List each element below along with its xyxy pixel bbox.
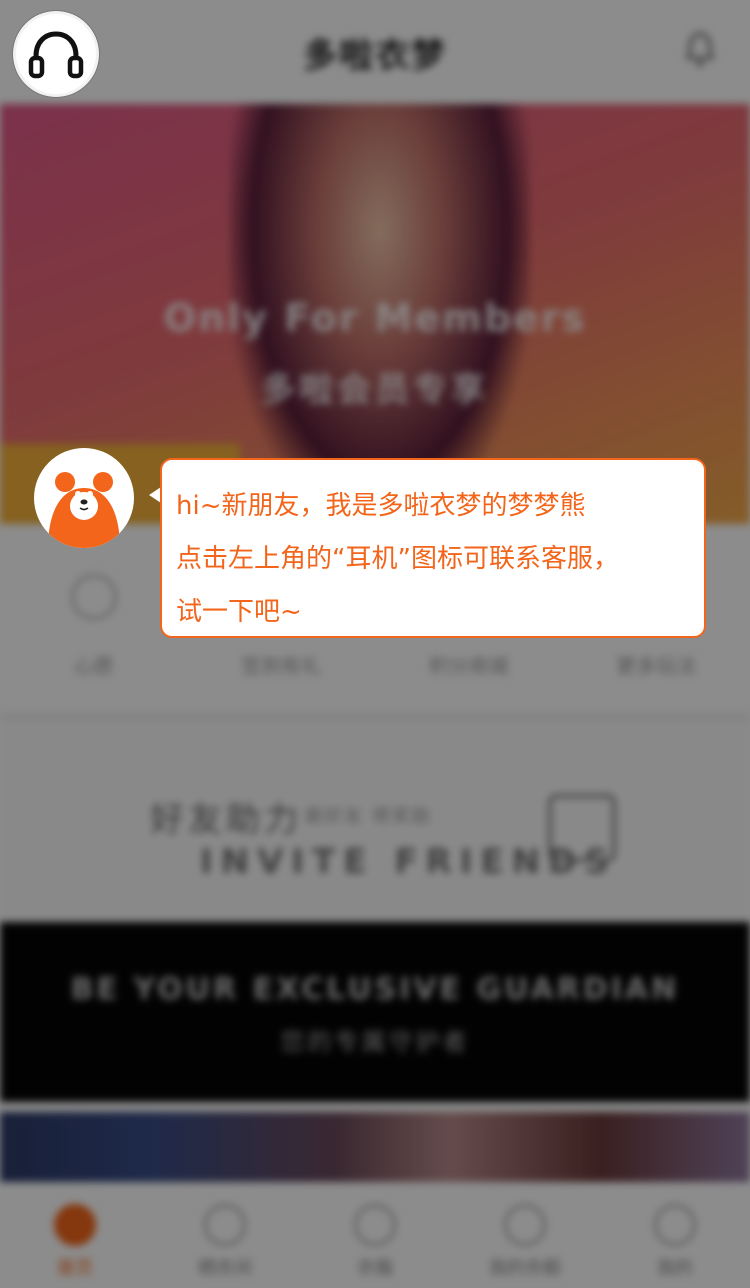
guide-line-2: 点击左上角的“耳机”图标可联系客服， bbox=[176, 544, 619, 574]
guide-line-3: 试一下吧~ bbox=[176, 597, 302, 627]
guide-speech-bubble: hi~新朋友，我是多啦衣梦的梦梦熊 点击左上角的“耳机”图标可联系客服， 试一下… bbox=[160, 458, 706, 638]
guide-line-1: hi~新朋友，我是多啦衣梦的梦梦熊 bbox=[176, 491, 586, 521]
headphones-icon bbox=[28, 31, 84, 79]
guide-overlay[interactable] bbox=[0, 0, 750, 1288]
bear-mascot-icon bbox=[34, 448, 134, 548]
customer-service-button[interactable] bbox=[16, 14, 96, 94]
